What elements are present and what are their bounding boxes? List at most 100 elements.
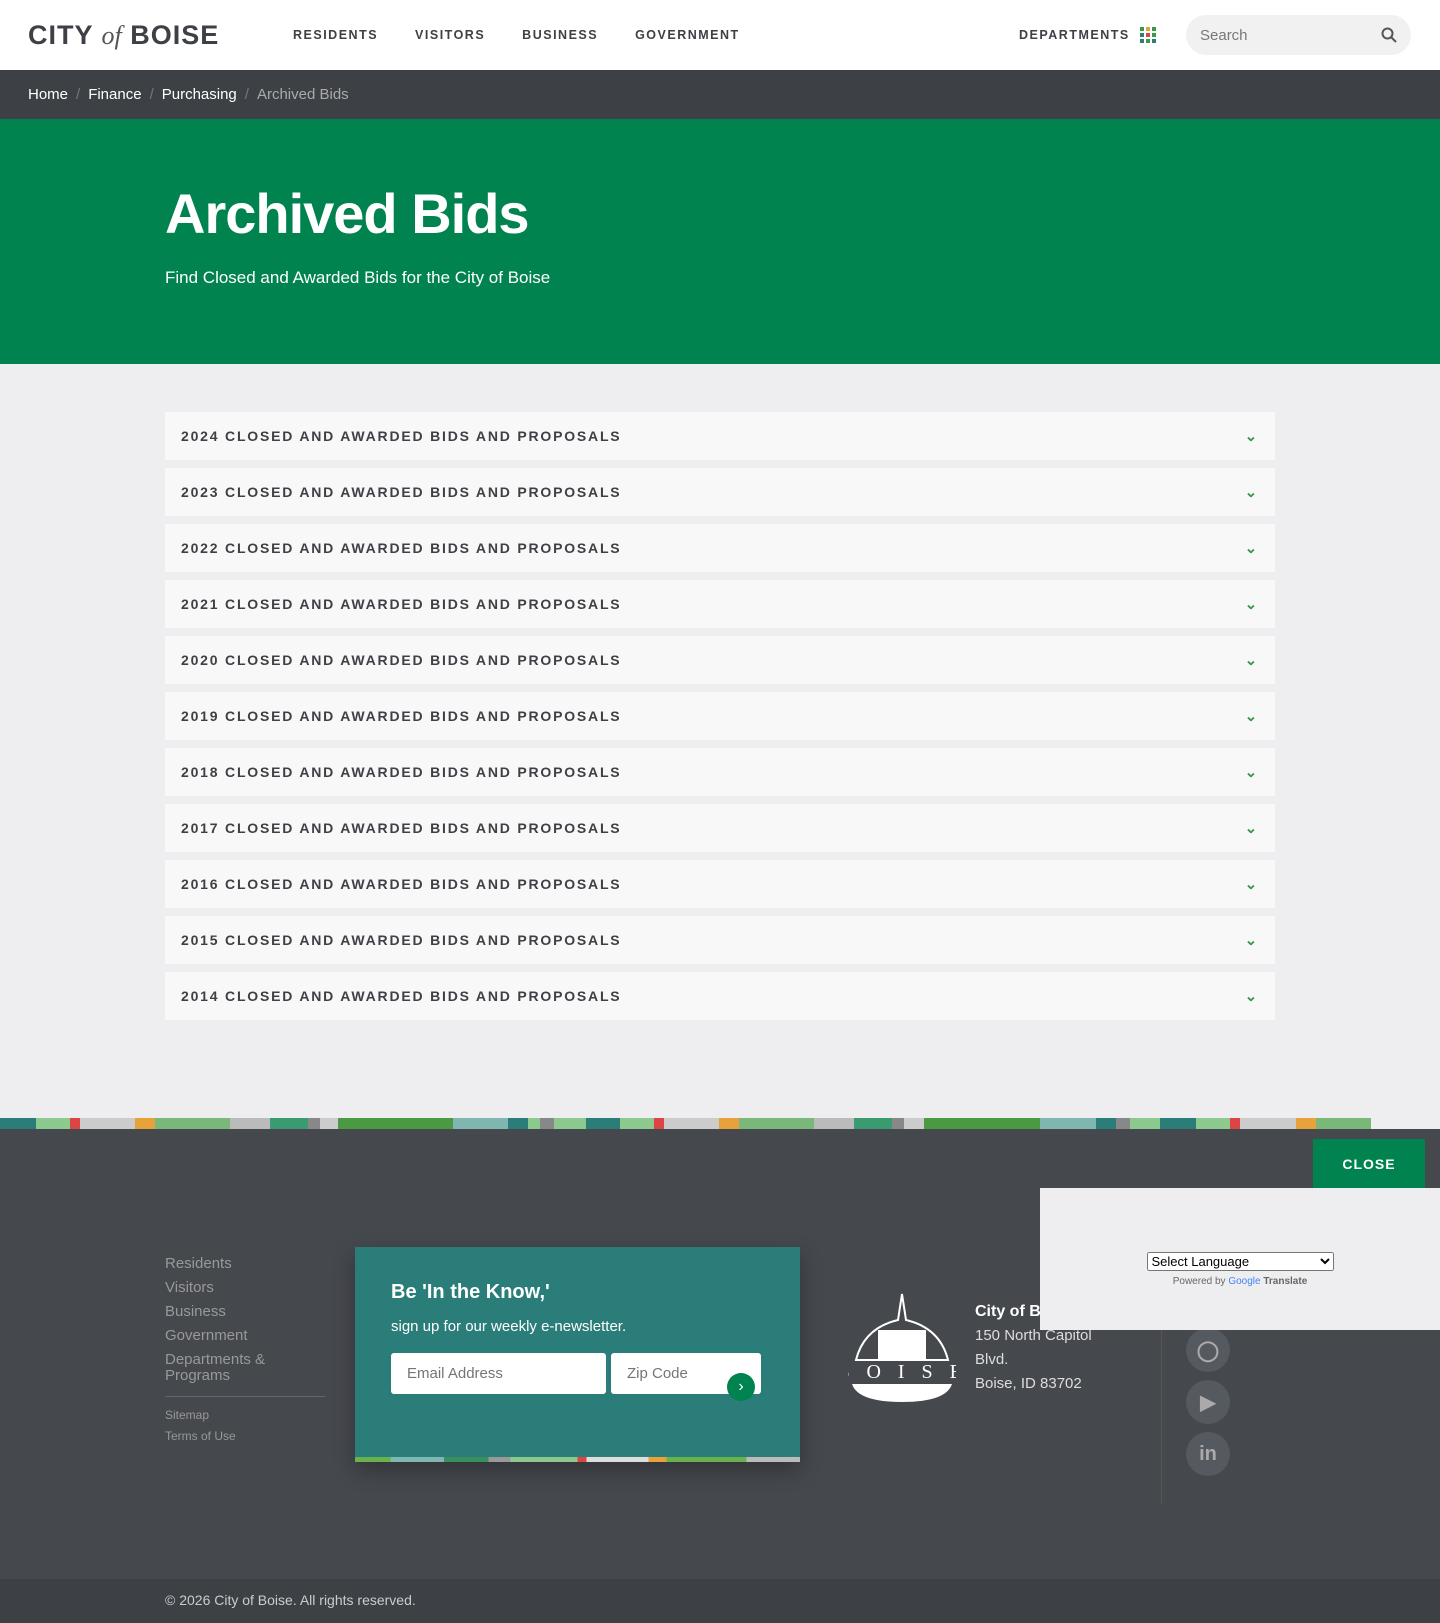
footer-link-departments[interactable]: Departments & Programs [165, 1352, 325, 1384]
copyright: © 2026 City of Boise. All rights reserve… [165, 1592, 416, 1608]
chevron-down-icon: ⌄ [1244, 820, 1259, 837]
stripe-segment [1116, 1118, 1130, 1129]
accordion-label: 2018 CLOSED AND AWARDED BIDS AND PROPOSA… [181, 764, 622, 780]
copyright-bar: © 2026 City of Boise. All rights reserve… [0, 1579, 1440, 1623]
breadcrumb-purchasing[interactable]: Purchasing [162, 86, 237, 103]
nav-visitors[interactable]: VISITORS [415, 28, 485, 42]
accordion-label: 2014 CLOSED AND AWARDED BIDS AND PROPOSA… [181, 988, 622, 1004]
nav-residents[interactable]: RESIDENTS [293, 28, 378, 42]
newsletter-card: Be 'In the Know,' sign up for our weekly… [355, 1247, 800, 1462]
page-title: Archived Bids [165, 182, 530, 245]
stripe-segment [1130, 1118, 1160, 1129]
stripe-segment [1316, 1118, 1371, 1129]
accordion-item[interactable]: 2016 CLOSED AND AWARDED BIDS AND PROPOSA… [165, 860, 1275, 908]
accordion-label: 2022 CLOSED AND AWARDED BIDS AND PROPOSA… [181, 540, 622, 556]
chevron-down-icon: ⌄ [1244, 708, 1259, 725]
stripe-segment [586, 1118, 620, 1129]
breadcrumb-finance[interactable]: Finance [88, 86, 141, 103]
stripe-segment [1040, 1118, 1096, 1129]
chevron-down-icon: ⌄ [1244, 876, 1259, 893]
powered-by: Powered by Google Translate [1172, 1276, 1308, 1287]
instagram-icon[interactable]: ◯ [1186, 1328, 1230, 1372]
nav-government[interactable]: GOVERNMENT [635, 28, 740, 42]
address-line2: Blvd. [975, 1351, 1009, 1368]
grid-icon [1139, 27, 1156, 43]
email-field[interactable] [391, 1353, 606, 1394]
site-header: CITY of BOISE RESIDENTS VISITORS BUSINES… [0, 0, 1440, 70]
accordion-label: 2020 CLOSED AND AWARDED BIDS AND PROPOSA… [181, 652, 622, 668]
logo-of: of [101, 20, 122, 50]
stripe-segment [36, 1118, 70, 1129]
youtube-icon[interactable]: ▶ [1186, 1380, 1230, 1424]
accordion-item[interactable]: 2023 CLOSED AND AWARDED BIDS AND PROPOSA… [165, 468, 1275, 516]
breadcrumb-current: Archived Bids [256, 86, 349, 103]
accordion-label: 2017 CLOSED AND AWARDED BIDS AND PROPOSA… [181, 820, 622, 836]
stripe-segment [540, 1118, 554, 1129]
breadcrumb: Home / Finance / Purchasing / Archived Bids [0, 70, 1440, 119]
logo-city: CITY [28, 19, 94, 50]
linkedin-icon[interactable]: in [1186, 1432, 1230, 1476]
stripe-segment [1296, 1118, 1316, 1129]
search-icon[interactable] [1381, 27, 1397, 43]
svg-text:B O I S E: B O I S E [848, 1361, 956, 1383]
main-nav: RESIDENTS VISITORS BUSINESS GOVERNMENT [293, 28, 740, 42]
divider [1161, 1300, 1162, 1505]
chevron-down-icon: ⌄ [1244, 484, 1259, 501]
nav-business[interactable]: BUSINESS [522, 28, 598, 42]
stripe-segment [892, 1118, 904, 1129]
page-subtitle: Find Closed and Awarded Bids for the Cit… [165, 268, 551, 287]
stripe-segment [1230, 1118, 1240, 1129]
stripe-segment [508, 1118, 528, 1129]
accordion-item[interactable]: 2024 CLOSED AND AWARDED BIDS AND PROPOSA… [165, 412, 1275, 460]
stripe-segment [924, 1118, 1040, 1129]
stripe-segment [554, 1118, 586, 1129]
footer-link-residents[interactable]: Residents [165, 1252, 325, 1276]
stripe-segment [1160, 1118, 1196, 1129]
search-input[interactable]: Search [1186, 15, 1411, 55]
stripe-segment [739, 1118, 814, 1129]
logo[interactable]: CITY of BOISE [28, 20, 293, 51]
accordion-label: 2016 CLOSED AND AWARDED BIDS AND PROPOSA… [181, 876, 622, 892]
footer-link-terms[interactable]: Terms of Use [165, 1426, 325, 1447]
stripe-segment [654, 1118, 664, 1129]
chevron-down-icon: ⌄ [1244, 540, 1259, 557]
stripe-segment [664, 1118, 719, 1129]
newsletter-stripe [355, 1457, 800, 1462]
chevron-down-icon: ⌄ [1244, 428, 1259, 445]
newsletter-title: Be 'In the Know,' [391, 1281, 550, 1303]
chevron-down-icon: ⌄ [1244, 932, 1259, 949]
breadcrumb-home[interactable]: Home [28, 86, 68, 103]
stripe-segment [854, 1118, 892, 1129]
accordion-item[interactable]: 2019 CLOSED AND AWARDED BIDS AND PROPOSA… [165, 692, 1275, 740]
accordion-item[interactable]: 2022 CLOSED AND AWARDED BIDS AND PROPOSA… [165, 524, 1275, 572]
footer-link-visitors[interactable]: Visitors [165, 1276, 325, 1300]
departments-button[interactable]: DEPARTMENTS [1019, 27, 1156, 43]
accordion-item[interactable]: 2015 CLOSED AND AWARDED BIDS AND PROPOSA… [165, 916, 1275, 964]
stripe-segment [528, 1118, 540, 1129]
accordion-item[interactable]: 2021 CLOSED AND AWARDED BIDS AND PROPOSA… [165, 580, 1275, 628]
stripe-segment [453, 1118, 508, 1129]
accordion-item[interactable]: 2014 CLOSED AND AWARDED BIDS AND PROPOSA… [165, 972, 1275, 1020]
stripe-segment [1240, 1118, 1296, 1129]
logo-boise: BOISE [130, 19, 220, 50]
accordion-item[interactable]: 2020 CLOSED AND AWARDED BIDS AND PROPOSA… [165, 636, 1275, 684]
close-translate-button[interactable]: CLOSE [1313, 1139, 1425, 1189]
search-placeholder: Search [1200, 26, 1248, 44]
language-select[interactable]: Select Language [1146, 1252, 1334, 1271]
accordion-item[interactable]: 2018 CLOSED AND AWARDED BIDS AND PROPOSA… [165, 748, 1275, 796]
footer-link-government[interactable]: Government [165, 1324, 325, 1348]
footer-links: Residents Visitors Business Government D… [165, 1252, 325, 1447]
chevron-down-icon: ⌄ [1244, 596, 1259, 613]
footer-link-sitemap[interactable]: Sitemap [165, 1405, 325, 1426]
accordion: 2024 CLOSED AND AWARDED BIDS AND PROPOSA… [165, 412, 1275, 1028]
stripe-segment [620, 1118, 654, 1129]
footer-link-business[interactable]: Business [165, 1300, 325, 1324]
submit-arrow-button[interactable]: › [727, 1373, 755, 1401]
accordion-label: 2015 CLOSED AND AWARDED BIDS AND PROPOSA… [181, 932, 622, 948]
accordion-item[interactable]: 2017 CLOSED AND AWARDED BIDS AND PROPOSA… [165, 804, 1275, 852]
address-name: City of B [975, 1303, 1041, 1320]
stripe-segment [1196, 1118, 1230, 1129]
stripe-segment [904, 1118, 924, 1129]
footer-color-stripe [0, 1118, 1440, 1129]
translate-panel: Select Language Powered by Google Transl… [1040, 1188, 1440, 1330]
